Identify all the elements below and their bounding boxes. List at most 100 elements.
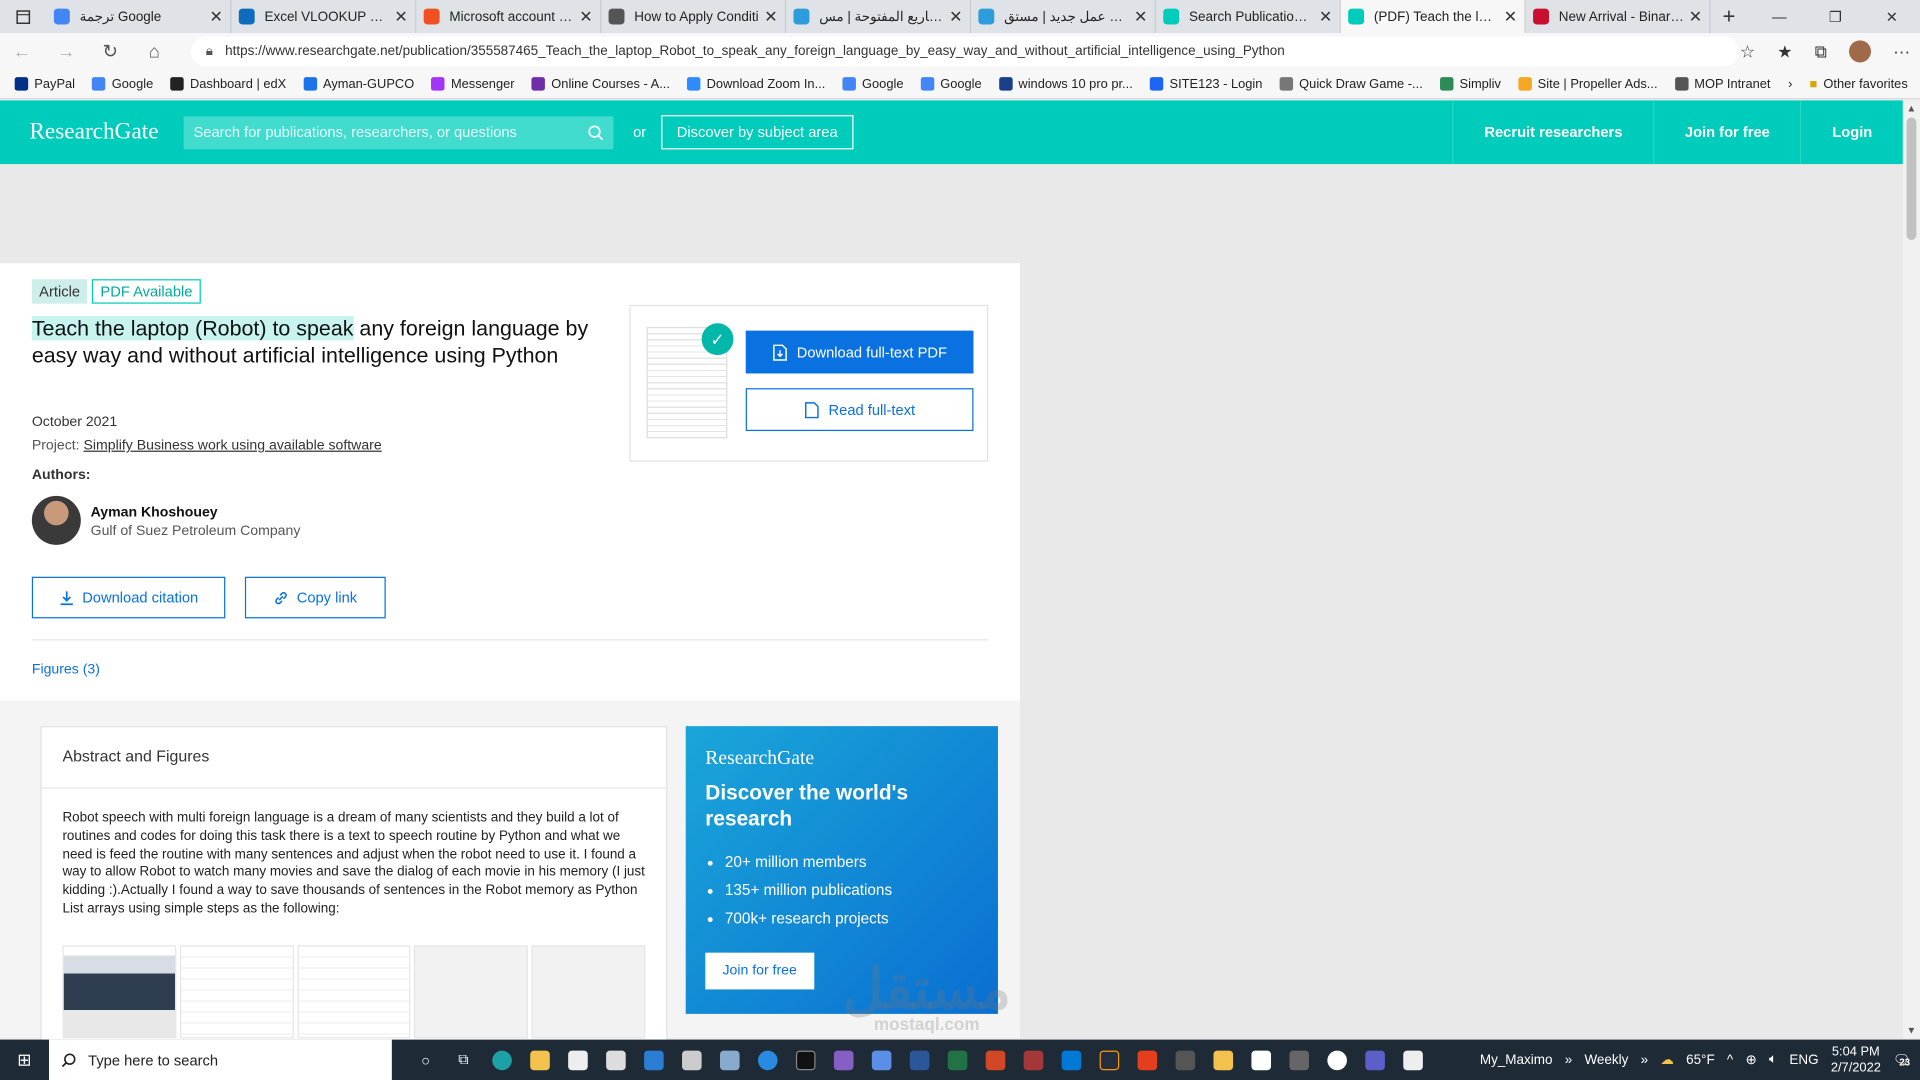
teams-icon[interactable] (1356, 1040, 1394, 1080)
bookmark-item[interactable]: MOP Intranet (1674, 77, 1770, 91)
minimize-icon[interactable]: — (1751, 0, 1807, 33)
edge-icon[interactable] (482, 1040, 520, 1080)
download-citation-button[interactable]: Download citation (31, 576, 226, 619)
app-y-icon[interactable] (1280, 1040, 1318, 1080)
tab-close-icon[interactable]: ✕ (210, 7, 223, 27)
internet-explorer-icon[interactable] (748, 1040, 786, 1080)
excel-icon[interactable] (938, 1040, 976, 1080)
researchgate-logo[interactable]: ResearchGate (29, 119, 183, 146)
bookmark-item[interactable]: PayPal (14, 77, 75, 91)
bookmark-item[interactable]: Dashboard | edX (170, 77, 286, 91)
powerpoint-icon[interactable] (976, 1040, 1014, 1080)
scrollbar-thumb[interactable] (1906, 117, 1917, 241)
other-favorites[interactable]: › ■ Other favorites (1788, 77, 1908, 92)
page-scrollbar[interactable]: ▲ ▼ (1902, 100, 1920, 1039)
back-icon[interactable]: ← (0, 41, 44, 62)
read-fulltext-button[interactable]: Read full-text (745, 388, 974, 432)
scroll-up-icon[interactable]: ▲ (1907, 103, 1917, 114)
discover-button[interactable]: Discover by subject area (660, 115, 854, 150)
temperature[interactable]: 65°F (1686, 1052, 1715, 1067)
tab-close-icon[interactable]: ✕ (1504, 7, 1517, 27)
word-icon[interactable] (900, 1040, 938, 1080)
outlook-icon[interactable] (1052, 1040, 1090, 1080)
onedrive-icon[interactable] (634, 1040, 672, 1080)
browser-tab[interactable]: إضافة عمل جديد | مستق ✕ (971, 0, 1156, 34)
language-indicator[interactable]: ENG (1789, 1052, 1818, 1067)
notifications-icon[interactable]: 🗨︎ 23 (1893, 1052, 1910, 1068)
close-window-icon[interactable]: ✕ (1864, 0, 1920, 33)
app-f-icon[interactable] (1166, 1040, 1204, 1080)
tab-close-icon[interactable]: ✕ (764, 7, 777, 27)
author-name[interactable]: Ayman Khoshouey (91, 506, 218, 521)
browser-tab[interactable]: Excel VLOOKUP with s ✕ (231, 0, 417, 34)
figure-thumbnail[interactable] (297, 945, 411, 1039)
visual-studio-icon[interactable] (824, 1040, 862, 1080)
office-icon[interactable] (1128, 1040, 1166, 1080)
bookmark-item[interactable]: Simpliv (1439, 77, 1501, 91)
bookmark-item[interactable]: windows 10 pro pr... (998, 77, 1133, 91)
bookmark-item[interactable]: Download Zoom In... (687, 77, 825, 91)
bookmark-item[interactable]: Quick Draw Game -... (1279, 77, 1423, 91)
media-icon[interactable] (1318, 1040, 1356, 1080)
bookmark-item[interactable]: Google (92, 77, 153, 91)
figure-thumbnail[interactable] (62, 945, 177, 1039)
tray-app-weekly[interactable]: Weekly (1584, 1052, 1628, 1067)
wikipedia-icon[interactable] (1242, 1040, 1280, 1080)
browser-tab[interactable]: Microsoft account | M ✕ (416, 0, 602, 34)
network-icon[interactable]: ⊕ (1746, 1052, 1757, 1068)
browser-tab[interactable]: (PDF) Teach the laptop ✕ (1340, 0, 1526, 34)
recruit-researchers-link[interactable]: Recruit researchers (1452, 100, 1653, 165)
browser-tab[interactable]: New Arrival - Binary C ✕ (1526, 0, 1711, 34)
file-explorer-icon[interactable] (520, 1040, 558, 1080)
browser-tab[interactable]: Search Publications | R ✕ (1156, 0, 1341, 34)
taskbar-search[interactable]: Type here to search (48, 1039, 392, 1080)
windows-start-icon[interactable]: ⊞ (0, 1049, 49, 1070)
new-tab-button[interactable]: + (1711, 4, 1748, 30)
tab-close-icon[interactable]: ✕ (1319, 7, 1332, 27)
author-affiliation[interactable]: Gulf of Suez Petroleum Company (91, 524, 301, 539)
tab-close-icon[interactable]: ✕ (1689, 7, 1702, 27)
bookmark-item[interactable]: Site | Propeller Ads... (1518, 77, 1658, 91)
volume-icon[interactable]: 🔈︎ (1769, 1052, 1777, 1068)
tab-close-icon[interactable]: ✕ (394, 7, 407, 27)
bookmark-item[interactable]: Ayman-GUPCO (303, 77, 414, 91)
restore-icon[interactable]: ❐ (1807, 0, 1863, 33)
task-view-icon[interactable]: ⧉ (444, 1040, 482, 1080)
bookmark-item[interactable]: Online Courses - A... (531, 77, 670, 91)
terminal-icon[interactable] (786, 1040, 824, 1080)
figures-link[interactable]: Figures (3) (32, 662, 100, 677)
cortana-icon[interactable]: ○ (407, 1040, 445, 1080)
bookmark-item[interactable]: Google (842, 77, 903, 91)
collections-icon[interactable]: ⧉ (1815, 41, 1827, 62)
browser-tab[interactable]: المشاريع المفتوحة | مس ✕ (786, 0, 972, 34)
favorites-icon[interactable]: ★ (1777, 41, 1792, 62)
join-for-free-link[interactable]: Join for free (1653, 100, 1800, 165)
browser-tab[interactable]: How to Apply Conditi ✕ (601, 0, 787, 34)
forward-icon[interactable]: → (44, 41, 88, 62)
figure-thumbnail[interactable] (179, 945, 294, 1039)
login-link[interactable]: Login (1800, 100, 1902, 165)
scroll-down-icon[interactable]: ▼ (1907, 1025, 1917, 1036)
store-icon[interactable] (558, 1040, 596, 1080)
amazon-icon[interactable] (1090, 1040, 1128, 1080)
bookmark-item[interactable]: SITE123 - Login (1149, 77, 1262, 91)
settings-icon[interactable] (710, 1040, 748, 1080)
chevron-right-icon[interactable]: › (1788, 77, 1792, 92)
tab-actions-icon[interactable] (0, 0, 47, 33)
bookmark-item[interactable]: Google (920, 77, 982, 91)
promo-join-button[interactable]: Join for free (705, 952, 814, 990)
mail-icon[interactable] (596, 1040, 634, 1080)
menu-icon[interactable]: ··· (1893, 42, 1910, 62)
project-link[interactable]: Simplify Business work using available s… (84, 438, 382, 453)
tray-app-maximo[interactable]: My_Maximo (1480, 1052, 1553, 1067)
tab-close-icon[interactable]: ✕ (949, 7, 962, 27)
author-avatar[interactable] (31, 495, 81, 545)
add-favorite-icon[interactable]: ☆ (1740, 41, 1755, 62)
profile-avatar[interactable] (1848, 40, 1872, 63)
weather-icon[interactable]: ☁ (1660, 1052, 1673, 1068)
chart-app-icon[interactable] (1204, 1040, 1242, 1080)
chevron-icon[interactable]: » (1641, 1052, 1649, 1067)
tray-chevron-icon[interactable]: ^ (1727, 1052, 1733, 1067)
tab-close-icon[interactable]: ✕ (579, 7, 592, 27)
search-icon[interactable] (588, 124, 604, 140)
